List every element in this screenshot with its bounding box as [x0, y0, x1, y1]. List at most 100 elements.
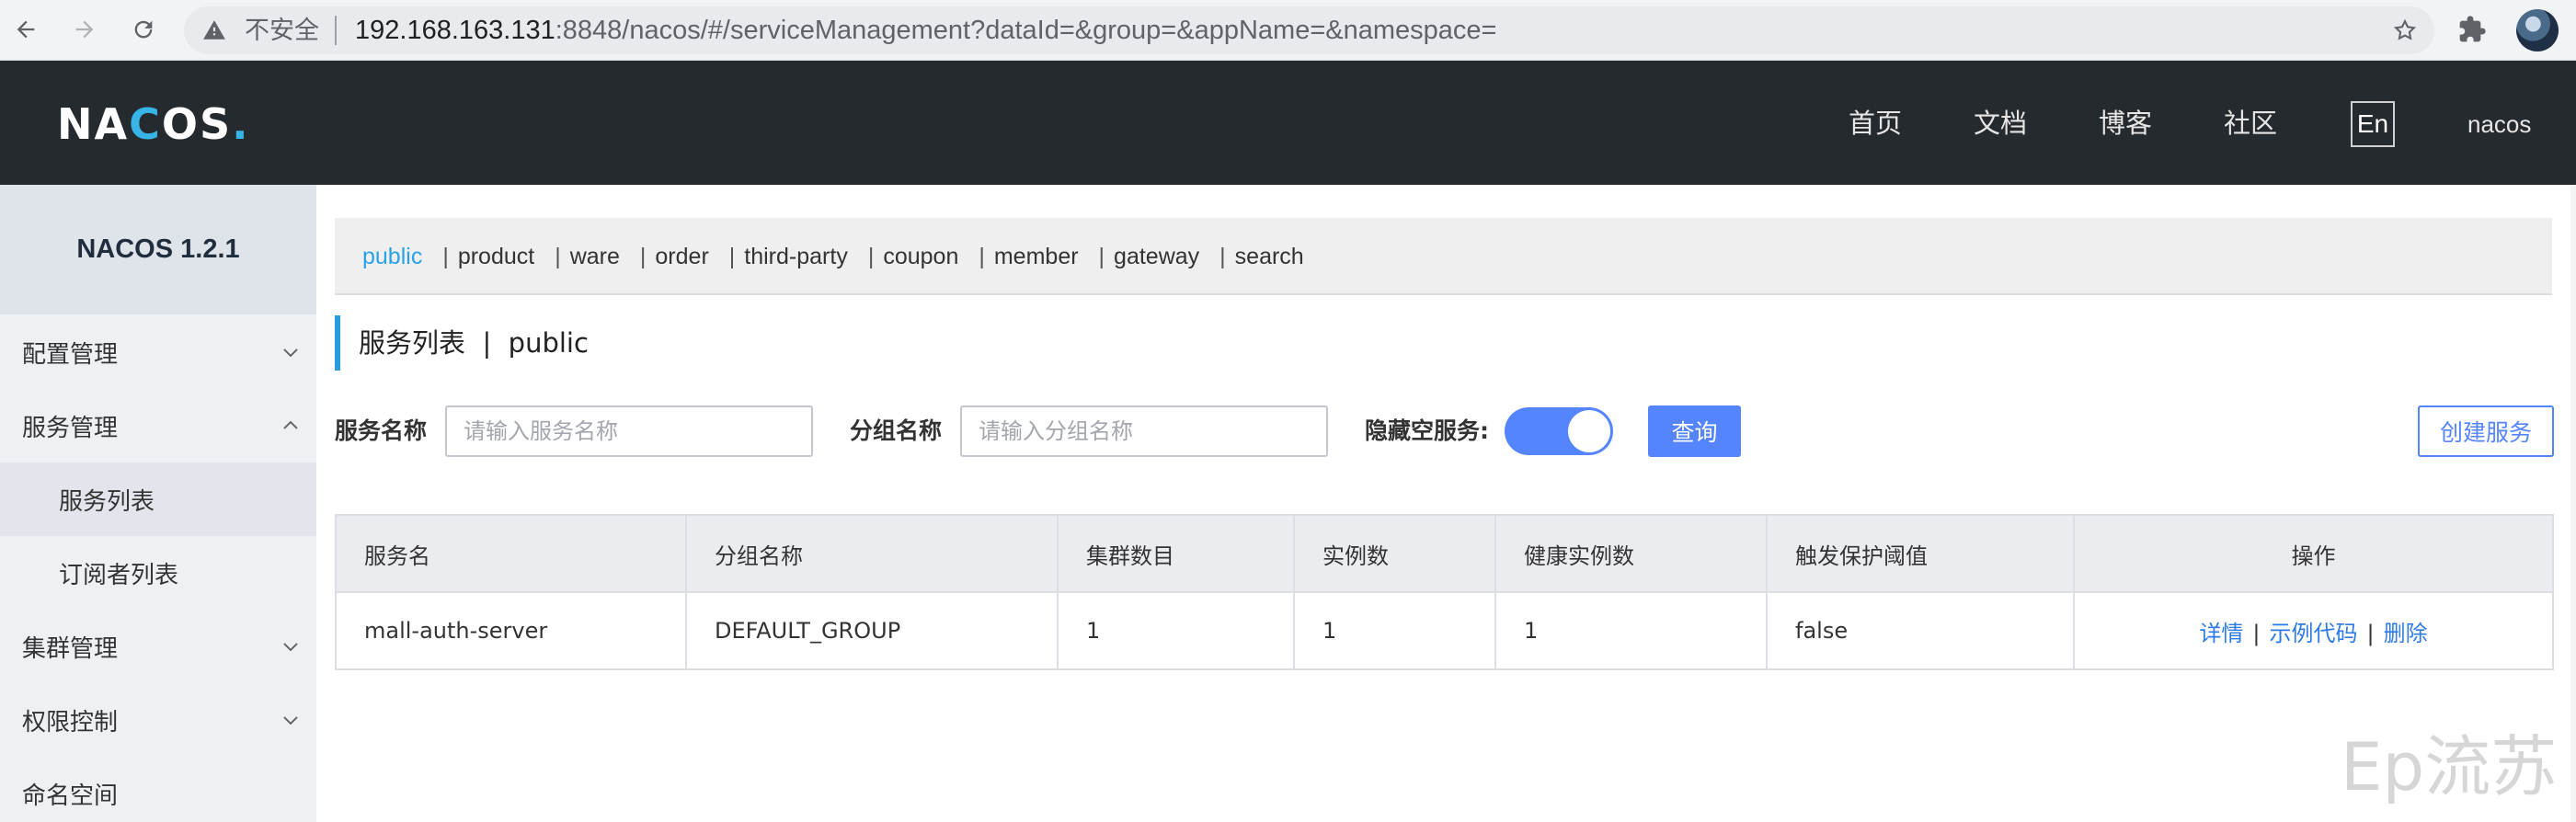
namespace-divider: |: [442, 244, 449, 269]
arrow-right-icon: [75, 20, 94, 39]
sidebar: NACOS 1.2.1 配置管理 服务管理 服务列表 订阅者列表 集群管理 权限…: [0, 185, 316, 822]
hide-empty-services-toggle[interactable]: [1505, 407, 1613, 455]
column-header-healthy-count: 健康实例数: [1494, 514, 1768, 593]
sample-code-link[interactable]: 示例代码: [2270, 621, 2358, 646]
column-header-cluster-count: 集群数目: [1057, 514, 1295, 593]
namespace-tab-gateway[interactable]: gateway: [1114, 245, 1199, 268]
sidebar-item-label: 权限控制: [22, 708, 119, 736]
column-header-group-name: 分组名称: [685, 514, 1059, 593]
version-label: NACOS 1.2.1: [0, 185, 316, 314]
nav-blog[interactable]: 博客: [2099, 110, 2152, 137]
extensions-puzzle-icon[interactable]: [2457, 15, 2487, 44]
cell-instance-count: 1: [1293, 591, 1496, 670]
cell-cluster-count: 1: [1057, 591, 1295, 670]
namespace-list: public | product | ware | order | third-party | co…: [362, 245, 1304, 268]
namespace-bar: public | product | ware | order | third-party | co…: [335, 218, 2552, 295]
namespace-tab-ware[interactable]: ware: [570, 245, 620, 268]
nav-community[interactable]: 社区: [2224, 110, 2277, 137]
forward-button[interactable]: [66, 11, 103, 48]
address-divider: [335, 16, 337, 45]
column-header-service-name: 服务名: [335, 514, 687, 593]
cell-operations: 详情 | 示例代码 | 删除: [2073, 591, 2554, 670]
sidebar-item-label: 命名空间: [22, 782, 119, 810]
service-name-label: 服务名称: [335, 417, 428, 444]
profile-avatar[interactable]: [2516, 9, 2559, 51]
nav-docs[interactable]: 文档: [1974, 110, 2027, 137]
sidebar-item-service-management[interactable]: 服务管理: [0, 389, 316, 462]
url-path: :8848/nacos/#/serviceManagement?dataId=&…: [555, 16, 1497, 45]
language-switch-button[interactable]: En: [2351, 101, 2395, 147]
url-host: 192.168.163.131: [355, 16, 555, 45]
sidebar-item-subscriber-list[interactable]: 订阅者列表: [0, 536, 316, 610]
back-button[interactable]: [7, 11, 44, 48]
url-text: 192.168.163.131:8848/nacos/#/serviceMana…: [355, 17, 1496, 44]
namespace-divider: |: [1098, 244, 1105, 269]
nav-home[interactable]: 首页: [1849, 110, 1902, 137]
namespace-tab-member[interactable]: member: [994, 245, 1079, 268]
query-button[interactable]: 查询: [1648, 405, 1741, 457]
sidebar-item-label: 集群管理: [22, 634, 119, 663]
cell-service-name: mall-auth-server: [335, 591, 687, 670]
sidebar-item-label: 订阅者列表: [59, 561, 179, 589]
namespace-divider: |: [1219, 244, 1226, 269]
group-name-label: 分组名称: [850, 417, 943, 444]
service-name-input[interactable]: [445, 405, 813, 457]
app-header: NACOS. 首页 文档 博客 社区 En nacos: [0, 61, 2576, 185]
operation-divider: |: [2366, 620, 2375, 646]
namespace-tab-order[interactable]: order: [655, 245, 708, 268]
cell-protect-threshold: false: [1766, 591, 2075, 670]
sidebar-item-cluster-management[interactable]: 集群管理: [0, 610, 316, 683]
address-bar[interactable]: 不安全 192.168.163.131:8848/nacos/#/service…: [184, 6, 2434, 54]
chevron-up-icon: [283, 420, 298, 429]
bookmark-star-icon[interactable]: [2392, 17, 2418, 43]
delete-link[interactable]: 删除: [2384, 621, 2428, 646]
cell-healthy-count: 1: [1494, 591, 1768, 670]
page-title-text: 服务列表: [359, 327, 466, 359]
sidebar-item-config-management[interactable]: 配置管理: [0, 315, 316, 389]
sidebar-item-namespace[interactable]: 命名空间: [0, 757, 316, 822]
user-menu[interactable]: nacos: [2467, 112, 2531, 136]
namespace-tab-coupon[interactable]: coupon: [883, 245, 958, 268]
table-header-row: 服务名 分组名称 集群数目 实例数 健康实例数 触发保护阈值 操作: [335, 514, 2554, 593]
page-scrollbar[interactable]: [2570, 185, 2576, 822]
namespace-divider: |: [639, 244, 647, 269]
sidebar-item-label: 服务列表: [59, 487, 155, 516]
cell-group-name: DEFAULT_GROUP: [685, 591, 1059, 670]
sidebar-item-label: 服务管理: [22, 414, 119, 442]
chevron-down-icon: [283, 348, 298, 358]
warning-icon: [203, 20, 225, 40]
page-title-namespace: public: [508, 327, 589, 359]
column-header-protect-threshold: 触发保护阈值: [1766, 514, 2075, 593]
namespace-tab-search[interactable]: search: [1235, 245, 1304, 268]
chevron-down-icon: [283, 716, 298, 725]
page-title: 服务列表 | public: [335, 315, 589, 371]
insecure-label: 不安全: [245, 17, 319, 45]
table-row: mall-auth-server DEFAULT_GROUP 1 1 1 fal…: [335, 591, 2554, 670]
column-header-operations: 操作: [2073, 514, 2554, 593]
arrow-left-icon: [17, 20, 35, 39]
namespace-divider: |: [728, 244, 736, 269]
namespace-divider: |: [867, 244, 875, 269]
create-service-button[interactable]: 创建服务: [2418, 405, 2554, 457]
watermark: Ep流苏: [2341, 728, 2558, 805]
chevron-down-icon: [283, 643, 298, 652]
page-title-divider: |: [482, 327, 492, 359]
namespace-tab-third-party[interactable]: third-party: [744, 245, 848, 268]
reload-button[interactable]: [125, 11, 162, 48]
group-name-input[interactable]: [960, 405, 1328, 457]
namespace-divider: |: [979, 244, 985, 269]
namespace-divider: |: [555, 244, 561, 269]
operation-divider: |: [2252, 620, 2261, 646]
detail-link[interactable]: 详情: [2199, 621, 2243, 646]
service-table: 服务名 分组名称 集群数目 实例数 健康实例数 触发保护阈值 操作 mall-a…: [335, 514, 2554, 670]
nacos-logo[interactable]: NACOS.: [57, 103, 250, 145]
hide-empty-services-label: 隐藏空服务:: [1365, 417, 1489, 444]
sidebar-item-access-control[interactable]: 权限控制: [0, 683, 316, 757]
sidebar-item-service-list[interactable]: 服务列表: [0, 462, 316, 536]
namespace-tab-product[interactable]: product: [458, 245, 534, 268]
reload-icon: [134, 20, 153, 39]
namespace-tab-public[interactable]: public: [362, 245, 422, 268]
toggle-knob: [1568, 410, 1610, 452]
column-header-instance-count: 实例数: [1293, 514, 1496, 593]
browser-toolbar: 不安全 192.168.163.131:8848/nacos/#/service…: [0, 0, 2576, 61]
